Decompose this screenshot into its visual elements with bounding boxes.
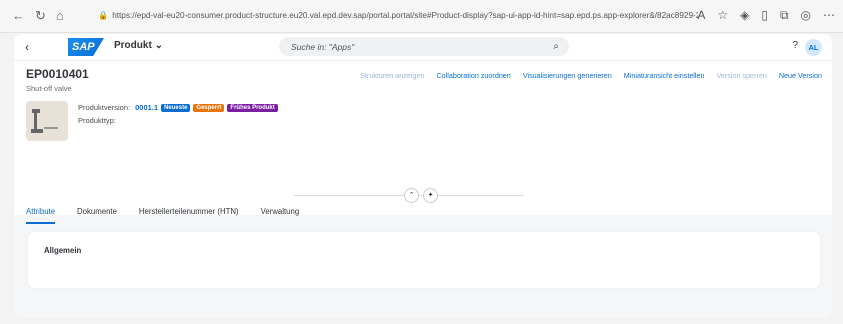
chevron-down-icon: ⌄ <box>154 40 163 51</box>
help-icon[interactable]: ? <box>792 40 798 51</box>
lock-version-button[interactable]: Version sperren <box>717 71 767 80</box>
address-bar[interactable]: 🔒 https://epd-val-eu20-consumer.product-s… <box>98 7 698 25</box>
object-header: EP0010401 Shut-off valve Strukturen anze… <box>14 60 832 224</box>
read-aloud-icon[interactable]: A <box>697 8 705 23</box>
section-title: Allgemein <box>44 246 82 255</box>
shell-bar: ‹ SAP Produkt ⌄ Suche in: "Apps" ⌕ ? AL <box>14 34 832 60</box>
sap-logo: SAP <box>68 38 104 56</box>
badge-locked: Gesperrt <box>193 103 225 112</box>
page-title: EP0010401 <box>26 67 89 81</box>
profile-icon[interactable]: ◎ <box>801 8 811 23</box>
assign-collaboration-button[interactable]: Collaboration zuordnen <box>436 71 510 80</box>
sap-app: ‹ SAP Produkt ⌄ Suche in: "Apps" ⌕ ? AL … <box>14 34 832 318</box>
split-icon[interactable]: ▯ <box>761 8 768 23</box>
show-structures-button[interactable]: Strukturen anzeigen <box>360 71 424 80</box>
url-text: https://epd-val-eu20-consumer.product-st… <box>112 11 698 20</box>
browser-toolbar: ← ↻ ⌂ 🔒 https://epd-val-eu20-consumer.pro… <box>0 0 843 33</box>
tab-bar: Attribute Dokumente Herstellerteilenumme… <box>26 207 299 224</box>
extensions-icon[interactable]: ◈ <box>740 8 749 23</box>
tab-attribute[interactable]: Attribute <box>26 207 56 224</box>
home-icon[interactable]: ⌂ <box>56 8 64 24</box>
search-input[interactable]: Suche in: "Apps" ⌕ <box>279 37 569 56</box>
badge-newest: Neueste <box>161 103 191 112</box>
general-section: Allgemein <box>28 232 820 288</box>
search-icon[interactable]: ⌕ <box>553 41 559 52</box>
set-thumbnail-button[interactable]: Miniaturansicht einstellen <box>624 71 705 80</box>
refresh-icon[interactable]: ↻ <box>35 8 46 24</box>
favorite-icon[interactable]: ☆ <box>717 8 728 23</box>
more-icon[interactable]: ⋯ <box>823 8 835 23</box>
avatar[interactable]: AL <box>805 39 822 56</box>
tab-manufacturer-part-number[interactable]: Herstellerteilenummer (HTN) <box>139 207 239 224</box>
product-menu[interactable]: Produkt ⌄ <box>114 40 163 51</box>
header-actions: Strukturen anzeigen Collaboration zuordn… <box>360 71 822 80</box>
browser-window: ← ↻ ⌂ 🔒 https://epd-val-eu20-consumer.pro… <box>0 0 843 324</box>
page-subtitle: Shut-off valve <box>26 84 72 93</box>
product-meta: Produktversion: 0001.1 Neueste Gesperrt … <box>78 101 278 127</box>
shell-back-icon[interactable]: ‹ <box>14 40 40 54</box>
new-version-button[interactable]: Neue Version <box>779 71 822 80</box>
badge-early-product: Frühes Produkt <box>227 103 278 112</box>
collections-icon[interactable]: ⧉ <box>780 8 789 23</box>
pin-header-icon[interactable]: ✦ <box>423 188 438 203</box>
generate-visualizations-button[interactable]: Visualisierungen generieren <box>523 71 612 80</box>
lock-icon: 🔒 <box>98 11 109 20</box>
tab-administration[interactable]: Verwaltung <box>261 207 300 224</box>
product-version-link[interactable]: 0001.1 <box>135 103 158 112</box>
product-thumbnail <box>26 101 68 141</box>
tab-documents[interactable]: Dokumente <box>77 207 117 224</box>
header-toggle: ⌃ ✦ <box>404 188 438 203</box>
back-icon[interactable]: ← <box>12 8 25 24</box>
collapse-header-icon[interactable]: ⌃ <box>404 188 419 203</box>
